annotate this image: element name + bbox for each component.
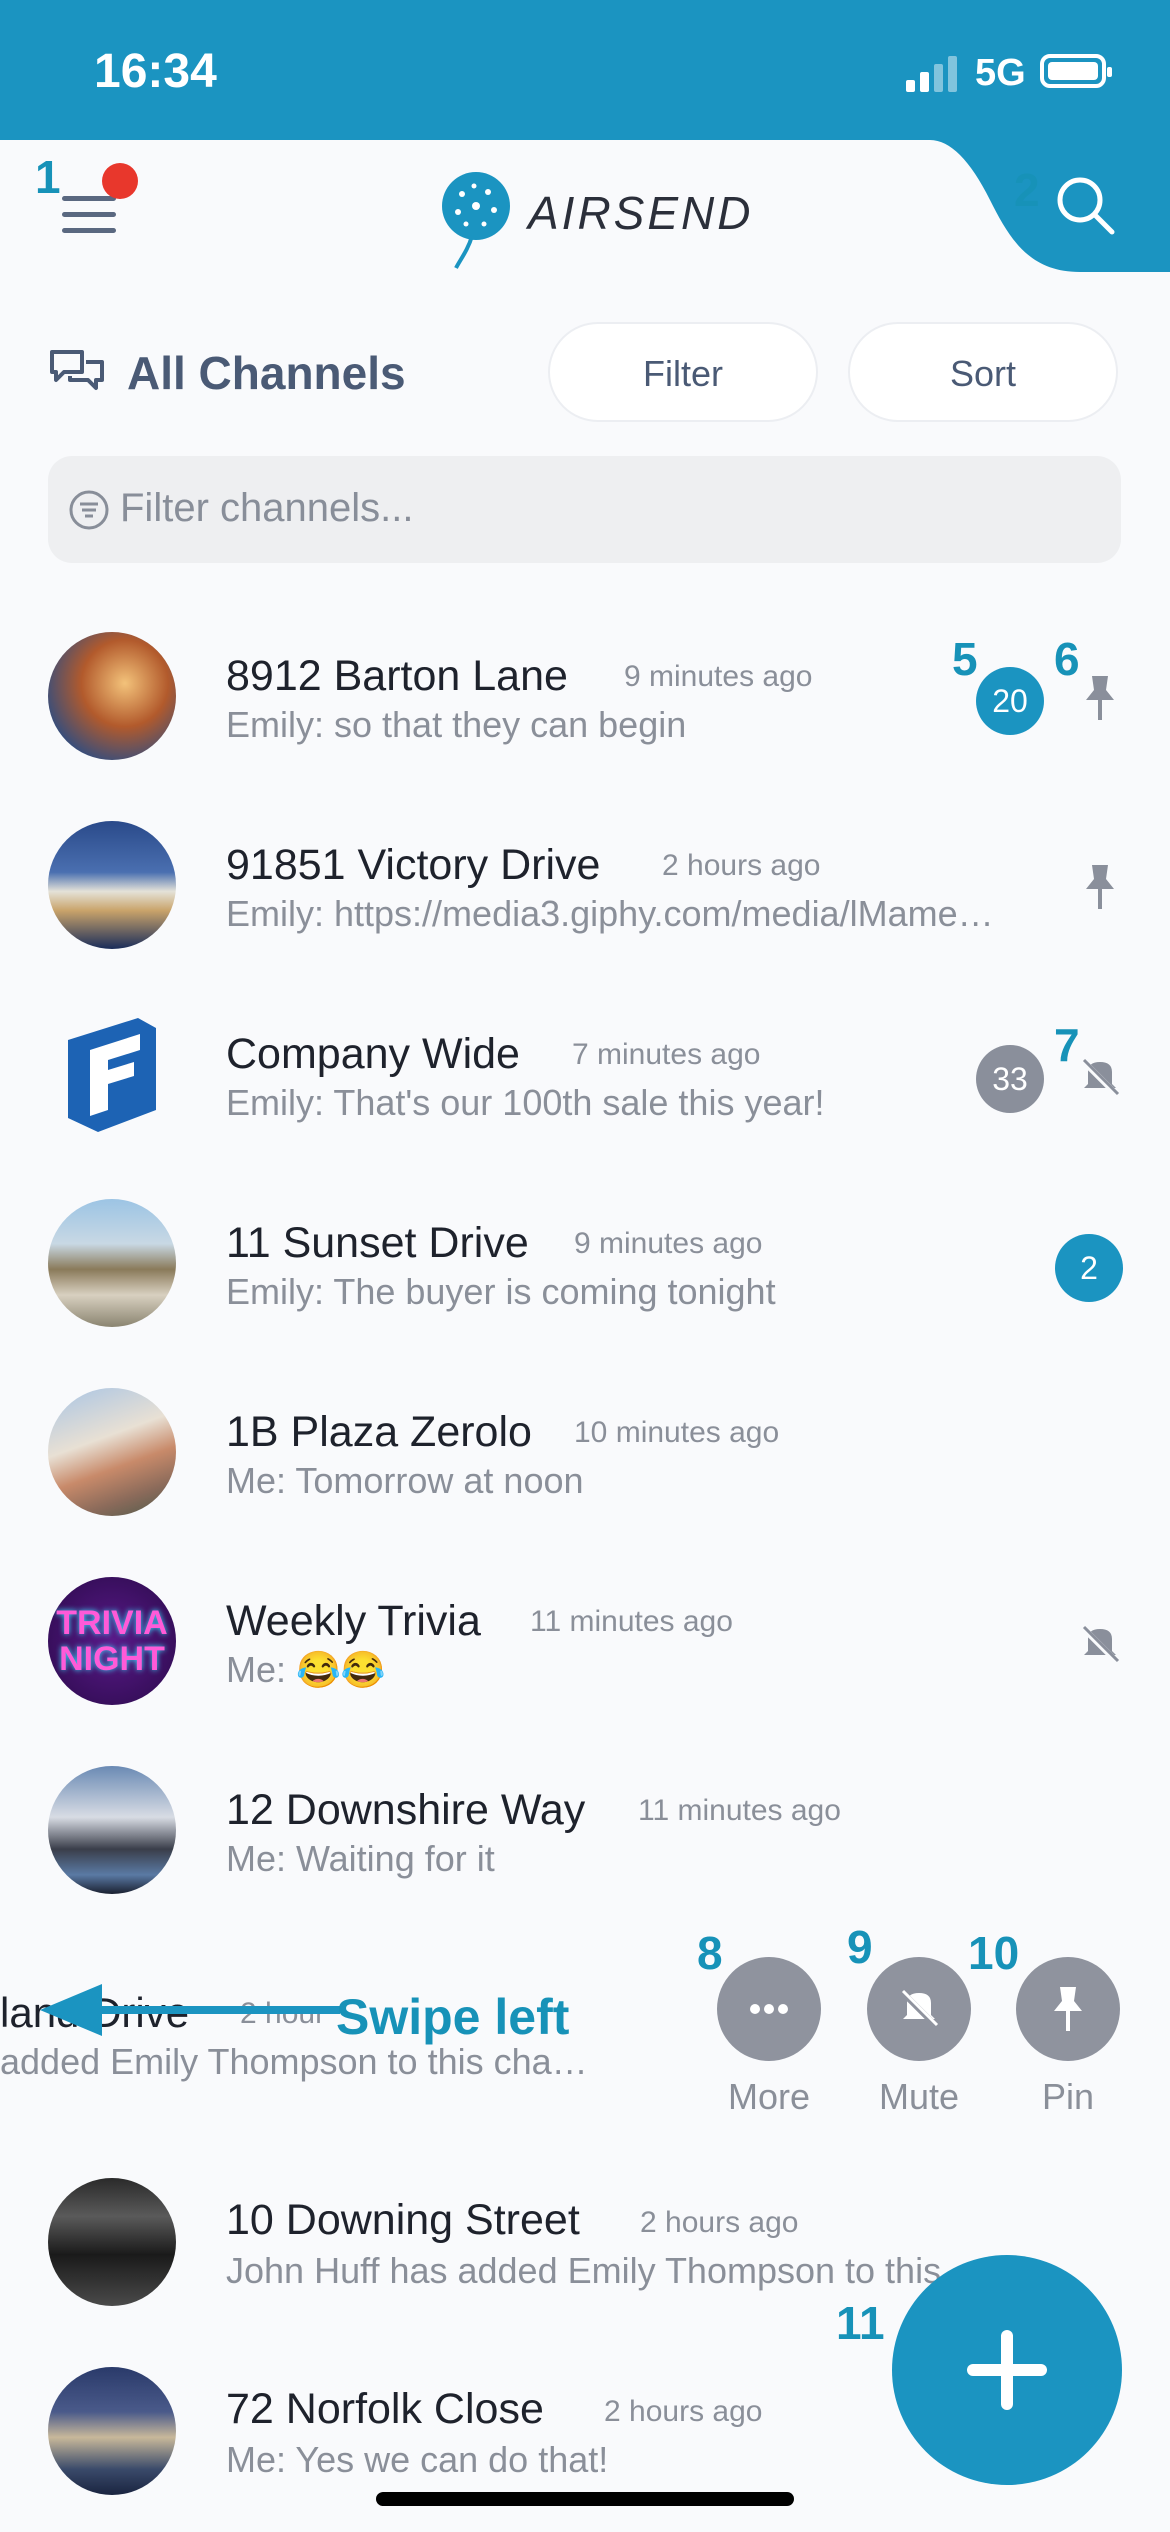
company-logo-icon: [68, 1018, 156, 1132]
filter-button[interactable]: Filter: [548, 322, 818, 422]
dandelion-logo-icon: [442, 172, 510, 269]
channel-name: 1B Plaza Zerolo: [226, 1408, 532, 1456]
trivia-avatar: TRIVIA NIGHT: [48, 1577, 176, 1705]
avatar-text: TRIVIA NIGHT: [56, 1604, 168, 1678]
new-channel-button[interactable]: [892, 2255, 1122, 2485]
channel-row[interactable]: 8912 Barton Lane 9 minutes ago Emily: so…: [0, 610, 1170, 799]
channel-preview: Emily: https://media3.giphy.com/media/lM…: [226, 893, 994, 934]
swipe-arrow-icon: [40, 1984, 340, 2036]
pin-icon: [1086, 676, 1114, 720]
search-input[interactable]: Filter channels...: [48, 456, 1121, 563]
filter-icon: [69, 490, 109, 530]
callout-2: 2: [1014, 164, 1040, 216]
search-icon[interactable]: [1052, 172, 1118, 238]
channel-preview: Emily: That's our 100th sale this year!: [226, 1082, 825, 1123]
signal-icon: [906, 56, 960, 92]
channel-preview: Emily: The buyer is coming tonight: [226, 1271, 776, 1312]
avatar: [48, 2178, 176, 2306]
search-corner-shape: [930, 140, 1170, 272]
search-placeholder: Filter channels...: [120, 486, 414, 530]
avatar: [48, 632, 176, 760]
channel-preview: Emily: so that they can begin: [226, 704, 687, 745]
pin-label: Pin: [1041, 2076, 1095, 2117]
channel-name: 10 Downing Street: [226, 2196, 580, 2244]
avatar: [48, 1766, 176, 1894]
unread-badge: 2: [1055, 1234, 1123, 1302]
mute-icon: [1079, 1057, 1121, 1099]
more-button[interactable]: [717, 1957, 821, 2061]
channel-name: Weekly Trivia: [226, 1597, 481, 1645]
channel-time: 2 hours ago: [662, 849, 821, 882]
avatar: [48, 1199, 176, 1327]
channel-row[interactable]: Company Wide 7 minutes ago Emily: That's…: [0, 988, 1170, 1177]
channel-time: 9 minutes ago: [624, 660, 813, 693]
channel-name: 72 Norfolk Close: [226, 2385, 544, 2433]
channel-name: Company Wide: [226, 1030, 520, 1078]
unread-badge: 20: [976, 667, 1044, 735]
avatar: [48, 2367, 176, 2495]
sort-button[interactable]: Sort: [848, 322, 1118, 422]
channel-row[interactable]: 1B Plaza Zerolo 10 minutes ago Me: Tomor…: [0, 1366, 1170, 1555]
avatar: [48, 821, 176, 949]
page-title: All Channels: [127, 347, 406, 399]
home-indicator: [376, 2492, 794, 2506]
channel-name: 91851 Victory Drive: [226, 841, 601, 889]
channel-name: 11 Sunset Drive: [226, 1219, 529, 1267]
channel-preview: Me: Tomorrow at noon: [226, 1460, 584, 1501]
mute-icon: [1079, 1624, 1121, 1666]
more-icon: [750, 2004, 788, 2014]
pin-icon: [1086, 865, 1114, 909]
channel-preview: Me: Waiting for it: [226, 1838, 495, 1879]
mute-icon: [898, 1988, 940, 2030]
channel-time: 11 minutes ago: [638, 1794, 841, 1827]
unread-badge: 33: [976, 1045, 1044, 1113]
plus-icon: [967, 2330, 1047, 2410]
callout-1: 1: [35, 151, 61, 203]
more-label: More: [727, 2076, 811, 2117]
battery-icon: [1040, 54, 1112, 88]
channel-time: 9 minutes ago: [574, 1227, 763, 1260]
channel-row[interactable]: 91851 Victory Drive 2 hours ago Emily: h…: [0, 799, 1170, 988]
avatar: [48, 1388, 176, 1516]
channel-time: 2 hours ago: [640, 2206, 799, 2239]
channel-time: 7 minutes ago: [572, 1038, 761, 1071]
brand-name: AIRSEND: [528, 187, 754, 239]
channel-time: 10 minutes ago: [574, 1416, 780, 1449]
swipe-hint: Swipe left: [336, 1989, 570, 2045]
channel-name: 12 Downshire Way: [226, 1786, 586, 1834]
channel-time: 2 hours ago: [604, 2395, 763, 2428]
mute-label: Mute: [878, 2076, 960, 2117]
channel-row[interactable]: 12 Downshire Way 11 minutes ago Me: Wait…: [0, 1744, 1170, 1933]
mute-button[interactable]: [867, 1957, 971, 2061]
channel-preview: added Emily Thompson to this cha…: [0, 2041, 588, 2082]
channel-time: 11 minutes ago: [530, 1605, 733, 1638]
pin-button[interactable]: [1016, 1957, 1120, 2061]
channel-name: 8912 Barton Lane: [226, 652, 568, 700]
channel-row[interactable]: TRIVIA NIGHT Weekly Trivia 11 minutes ag…: [0, 1555, 1170, 1744]
channel-row[interactable]: 11 Sunset Drive 9 minutes ago Emily: The…: [0, 1177, 1170, 1366]
notification-dot: [102, 163, 138, 199]
channels-icon: [50, 350, 104, 390]
status-bar: 16:34 5G: [0, 0, 1170, 140]
channel-preview: Me: 😂😂: [226, 1649, 386, 1690]
status-time: 16:34: [94, 45, 217, 98]
pin-icon: [1054, 1987, 1082, 2031]
network-type: 5G: [975, 52, 1026, 94]
